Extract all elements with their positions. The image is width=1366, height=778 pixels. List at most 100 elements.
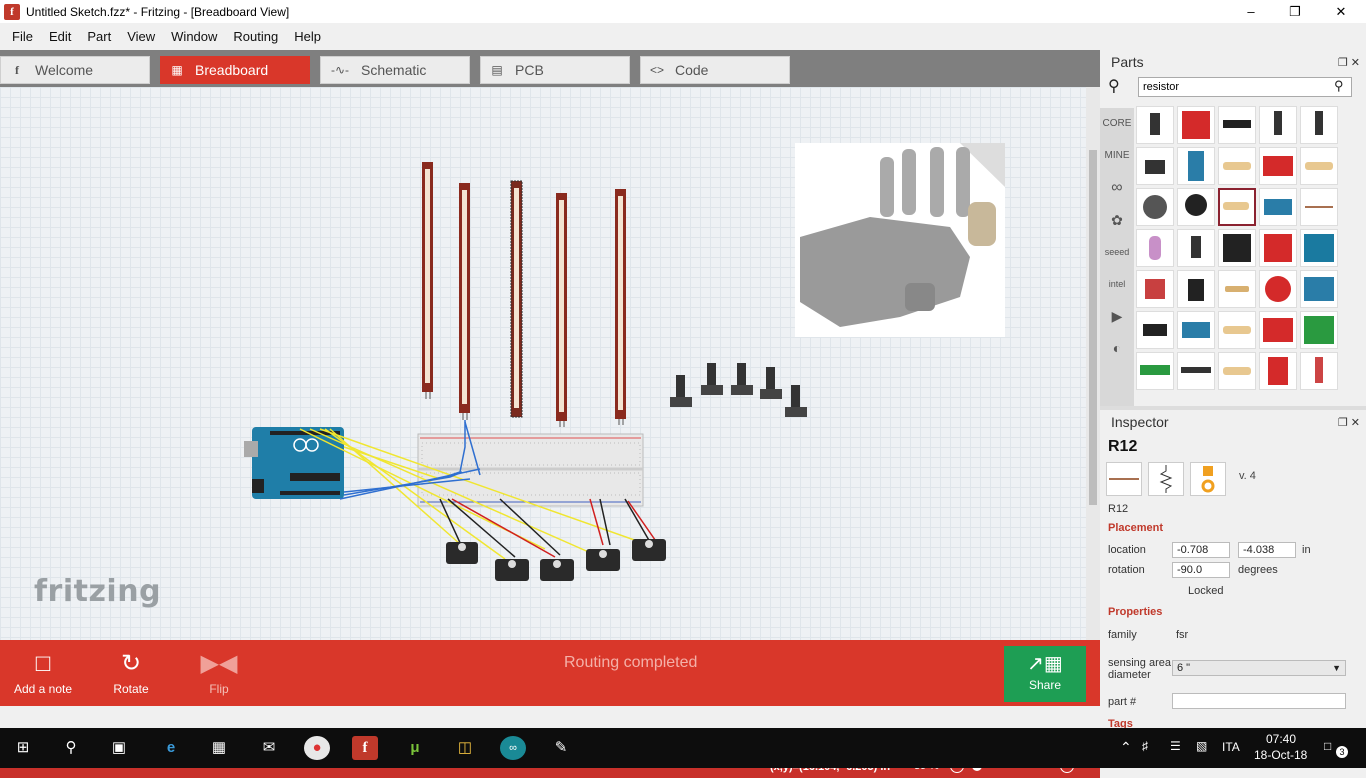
flex-sensor[interactable] xyxy=(510,180,523,418)
menu-part[interactable]: Part xyxy=(79,29,119,44)
menu-routing[interactable]: Routing xyxy=(225,29,286,44)
part-tile[interactable] xyxy=(1136,147,1174,185)
network-icon[interactable]: ☰ xyxy=(1170,739,1181,753)
edge-browser-icon[interactable]: e xyxy=(158,736,184,760)
potentiometer[interactable] xyxy=(670,375,692,407)
part-tile[interactable] xyxy=(1177,311,1215,349)
part-tile[interactable] xyxy=(1300,229,1338,267)
part-tile[interactable] xyxy=(1177,229,1215,267)
task-view-icon[interactable]: ▣ xyxy=(106,736,132,760)
breadboard[interactable] xyxy=(417,433,644,507)
potentiometer[interactable] xyxy=(760,367,782,399)
location-y-input[interactable]: -4.038 xyxy=(1238,542,1296,558)
part-tile[interactable] xyxy=(1136,311,1174,349)
bin-core[interactable]: CORE xyxy=(1100,108,1134,140)
tab-pcb[interactable]: ▤ PCB xyxy=(480,56,630,84)
part-tile[interactable] xyxy=(1218,147,1256,185)
seeed-bin-icon[interactable]: seeed xyxy=(1100,236,1134,268)
part-number-input[interactable] xyxy=(1172,693,1346,709)
part-tile-selected[interactable] xyxy=(1218,188,1256,226)
tab-schematic[interactable]: -∿- Schematic xyxy=(320,56,470,84)
fritzing-taskbar-icon[interactable]: f xyxy=(352,736,378,760)
inspector-float-close-icons[interactable]: ❐ ✕ xyxy=(1338,416,1360,429)
flip-button[interactable]: ▶◀ Flip xyxy=(176,648,262,696)
part-tile[interactable] xyxy=(1177,106,1215,144)
paint-icon[interactable]: ✎ xyxy=(548,736,574,760)
chrome-icon[interactable]: ● xyxy=(304,736,330,760)
part-tile[interactable] xyxy=(1259,188,1297,226)
close-icon[interactable]: ✕ xyxy=(1318,0,1364,23)
search-go-icon[interactable]: ⚲ xyxy=(1334,78,1344,94)
play-bin-icon[interactable]: ▶ xyxy=(1100,300,1134,332)
contrib-bin-icon[interactable]: ◐ xyxy=(1100,332,1134,364)
flex-sensor[interactable] xyxy=(422,162,433,399)
servo[interactable] xyxy=(446,542,478,564)
part-tile[interactable] xyxy=(1259,106,1297,144)
language-indicator[interactable]: ITA xyxy=(1222,740,1240,754)
parts-search-input[interactable] xyxy=(1138,77,1352,97)
tab-breadboard[interactable]: ▦ Breadboard xyxy=(160,56,310,84)
part-tile[interactable] xyxy=(1259,311,1297,349)
part-tile[interactable] xyxy=(1259,352,1297,390)
minimize-icon[interactable]: – xyxy=(1228,0,1274,23)
menu-help[interactable]: Help xyxy=(286,29,329,44)
search-icon[interactable]: ⚲ xyxy=(58,736,84,760)
part-tile[interactable] xyxy=(1259,147,1297,185)
flex-sensor[interactable] xyxy=(556,193,567,427)
intel-bin-icon[interactable]: intel xyxy=(1100,268,1134,300)
menu-edit[interactable]: Edit xyxy=(41,29,79,44)
part-tile[interactable] xyxy=(1300,352,1338,390)
flex-sensor[interactable] xyxy=(615,189,626,425)
part-tile[interactable] xyxy=(1177,188,1215,226)
arduino-bin-icon[interactable]: ∞ xyxy=(1100,172,1134,204)
store-icon[interactable]: ▦ xyxy=(206,736,232,760)
part-tile[interactable] xyxy=(1177,270,1215,308)
add-note-button[interactable]: □ Add a note xyxy=(0,648,86,696)
keyboard-icon[interactable]: ▧ xyxy=(1196,739,1207,753)
rotate-button[interactable]: ↻ Rotate xyxy=(88,648,174,696)
tray-chevron-icon[interactable]: ⌃ xyxy=(1120,739,1132,756)
part-tile[interactable] xyxy=(1218,270,1256,308)
part-tile[interactable] xyxy=(1259,229,1297,267)
sparkfun-bin-icon[interactable]: ✿ xyxy=(1100,204,1134,236)
part-tile[interactable] xyxy=(1136,106,1174,144)
menu-window[interactable]: Window xyxy=(163,29,225,44)
arduino-ide-icon[interactable]: ∞ xyxy=(500,736,526,760)
potentiometer[interactable] xyxy=(731,363,753,395)
part-tile[interactable] xyxy=(1300,147,1338,185)
servo[interactable] xyxy=(495,559,529,581)
windows-start-icon[interactable]: ⊞ xyxy=(10,736,36,760)
search-icon[interactable]: ⚲ xyxy=(1108,76,1120,96)
flex-sensor[interactable] xyxy=(459,183,470,420)
utorrent-icon[interactable]: μ xyxy=(402,736,428,760)
part-tile[interactable] xyxy=(1218,106,1256,144)
part-tile[interactable] xyxy=(1177,147,1215,185)
mail-icon[interactable]: ✉ xyxy=(256,736,282,760)
breadboard-canvas[interactable]: fritzing xyxy=(0,87,1086,640)
clock-time[interactable]: 07:40 xyxy=(1266,732,1296,746)
clock-date[interactable]: 18-Oct-18 xyxy=(1254,748,1307,762)
location-x-input[interactable]: -0.708 xyxy=(1172,542,1230,558)
part-tile[interactable] xyxy=(1218,229,1256,267)
locked-checkbox-label[interactable]: Locked xyxy=(1188,585,1223,597)
part-tile[interactable] xyxy=(1300,106,1338,144)
robotic-hand-image[interactable] xyxy=(795,143,1005,337)
tab-code[interactable]: <> Code xyxy=(640,56,790,84)
servo[interactable] xyxy=(586,549,620,571)
part-tile[interactable] xyxy=(1300,270,1338,308)
tab-welcome[interactable]: f Welcome xyxy=(0,56,150,84)
part-tile[interactable] xyxy=(1136,229,1174,267)
volume-icon[interactable]: ♯ xyxy=(1142,739,1148,753)
part-tile[interactable] xyxy=(1136,270,1174,308)
part-tile[interactable] xyxy=(1259,270,1297,308)
part-tile[interactable] xyxy=(1136,352,1174,390)
part-tile[interactable] xyxy=(1136,188,1174,226)
rotation-input[interactable]: -90.0 xyxy=(1172,562,1230,578)
servo[interactable] xyxy=(540,559,574,581)
menu-file[interactable]: File xyxy=(4,29,41,44)
servo[interactable] xyxy=(632,539,666,561)
potentiometer[interactable] xyxy=(701,363,723,395)
file-explorer-icon[interactable]: ◫ xyxy=(452,736,478,760)
vertical-scrollbar[interactable] xyxy=(1086,87,1100,640)
panel-float-close-icons[interactable]: ❐ ✕ xyxy=(1338,56,1360,69)
